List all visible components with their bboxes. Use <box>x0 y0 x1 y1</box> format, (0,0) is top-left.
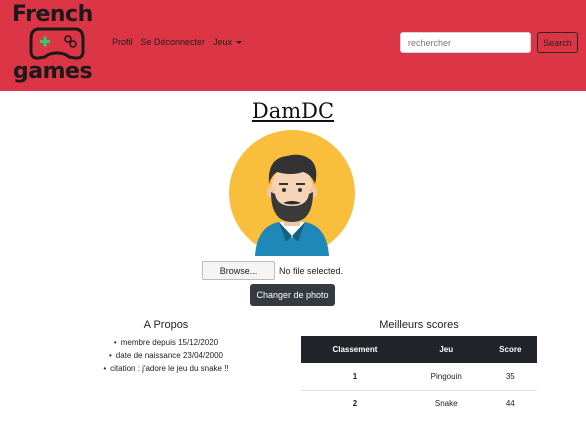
about-item-quote: citation : j'adore le jeu du snake !! <box>66 362 266 375</box>
game-cell: Pingouin <box>408 363 484 391</box>
logo-text-french: French <box>12 2 93 27</box>
site-logo[interactable]: French games <box>9 3 99 87</box>
scores-table: Classement Jeu Score 1 Pingouin 35 2 Sna… <box>301 336 537 417</box>
file-status: No file selected. <box>279 265 344 276</box>
gamepad-icon <box>29 27 85 60</box>
rank-cell: 2 <box>352 399 358 409</box>
score-cell: 35 <box>483 363 537 391</box>
table-row: 1 Pingouin 35 <box>301 363 537 391</box>
table-header-row: Classement Jeu Score <box>301 336 537 363</box>
search-input[interactable] <box>400 32 531 53</box>
about-item-birthdate: date de naissance 23/04/2000 <box>66 349 266 362</box>
file-upload: Browse... No file selected. <box>202 261 343 280</box>
nav-links: Profil Se Déconnecter Jeux <box>112 37 243 47</box>
column-header-jeu: Jeu <box>408 336 484 363</box>
browse-button[interactable]: Browse... <box>202 261 275 280</box>
nav-link-profil[interactable]: Profil <box>112 37 133 47</box>
change-photo-button[interactable]: Changer de photo <box>250 284 335 306</box>
column-header-score: Score <box>483 336 537 363</box>
about-title: A Propos <box>143 319 189 331</box>
about-list: membre depuis 15/12/2020 date de naissan… <box>66 336 266 375</box>
navbar: French games Profil Se Déconnecter Jeux … <box>0 0 586 91</box>
search-button[interactable]: Search <box>537 32 578 53</box>
table-row: 2 Snake 44 <box>301 390 537 417</box>
caret-down-icon <box>236 41 243 45</box>
nav-dropdown-jeux[interactable]: Jeux <box>213 37 243 47</box>
nav-dropdown-jeux-label: Jeux <box>213 37 233 47</box>
about-item-member-since: membre depuis 15/12/2020 <box>66 336 266 349</box>
scores-title: Meilleurs scores <box>379 319 459 331</box>
score-cell: 44 <box>505 399 515 409</box>
username-heading: DamDC <box>251 99 335 123</box>
rank-cell: 1 <box>301 363 409 391</box>
logo-text-games: games <box>13 59 93 84</box>
column-header-classement: Classement <box>301 336 409 363</box>
bearded-man-avatar-icon <box>229 130 355 256</box>
game-cell: Snake <box>434 399 458 409</box>
nav-link-deconnecter[interactable]: Se Déconnecter <box>141 37 206 47</box>
